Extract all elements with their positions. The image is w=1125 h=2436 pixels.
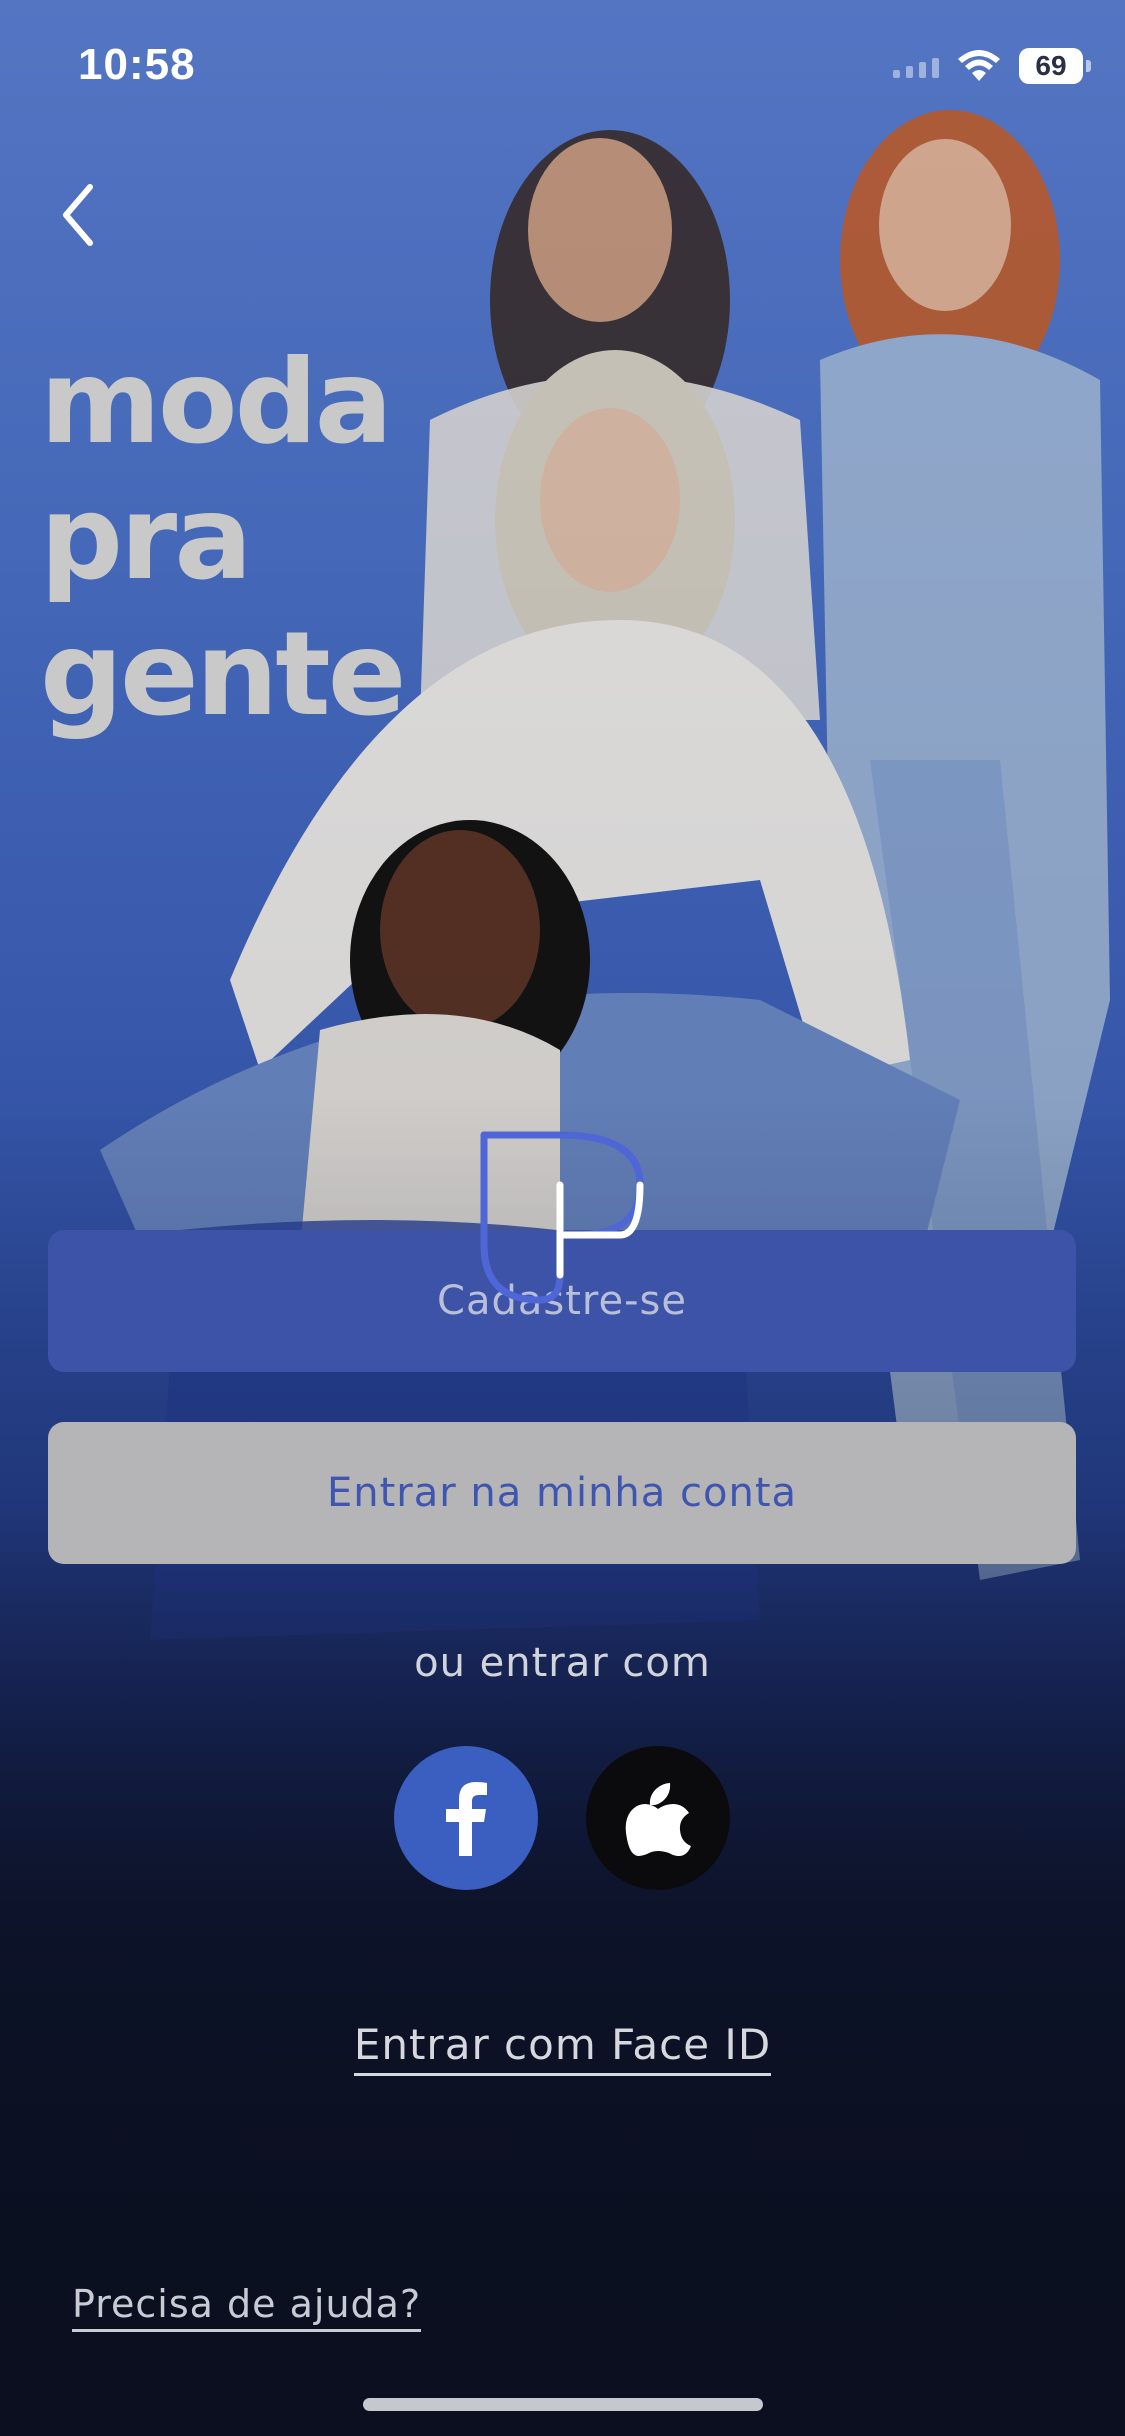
home-indicator <box>363 2398 763 2411</box>
battery-icon: 69 <box>1019 48 1091 84</box>
login-screen: 10:58 69 moda pra gente Cadastre-se Entr… <box>0 0 1125 2436</box>
facebook-icon <box>446 1782 487 1856</box>
slogan-line-2: pra <box>40 471 253 606</box>
slogan-line-1: moda <box>40 335 393 470</box>
wifi-icon <box>958 50 1000 81</box>
status-indicators: 69 <box>893 48 1091 84</box>
brand-slogan: moda pra gente <box>40 335 406 743</box>
status-time: 10:58 <box>78 40 196 89</box>
battery-level: 69 <box>1035 50 1067 81</box>
faceid-login-link[interactable]: Entrar com Face ID <box>353 2020 772 2076</box>
slogan-line-3: gente <box>40 607 406 742</box>
back-button[interactable] <box>50 175 120 255</box>
apple-icon <box>625 1783 691 1856</box>
alternative-login-label: ou entrar com <box>414 1640 711 1686</box>
chevron-left-icon <box>63 184 93 246</box>
apple-login-button[interactable] <box>586 1746 730 1890</box>
status-bar: 10:58 69 <box>0 0 1125 130</box>
faceid-login-link-wrapper: Entrar com Face ID <box>0 2020 1125 2076</box>
login-button-label: Entrar na minha conta <box>326 1470 798 1516</box>
login-button[interactable]: Entrar na minha conta <box>48 1422 1076 1564</box>
facebook-login-button[interactable] <box>394 1746 538 1890</box>
brand-logo-icon <box>480 1131 644 1304</box>
cellular-signal-icon <box>893 54 939 78</box>
help-link[interactable]: Precisa de ajuda? <box>72 2282 422 2332</box>
